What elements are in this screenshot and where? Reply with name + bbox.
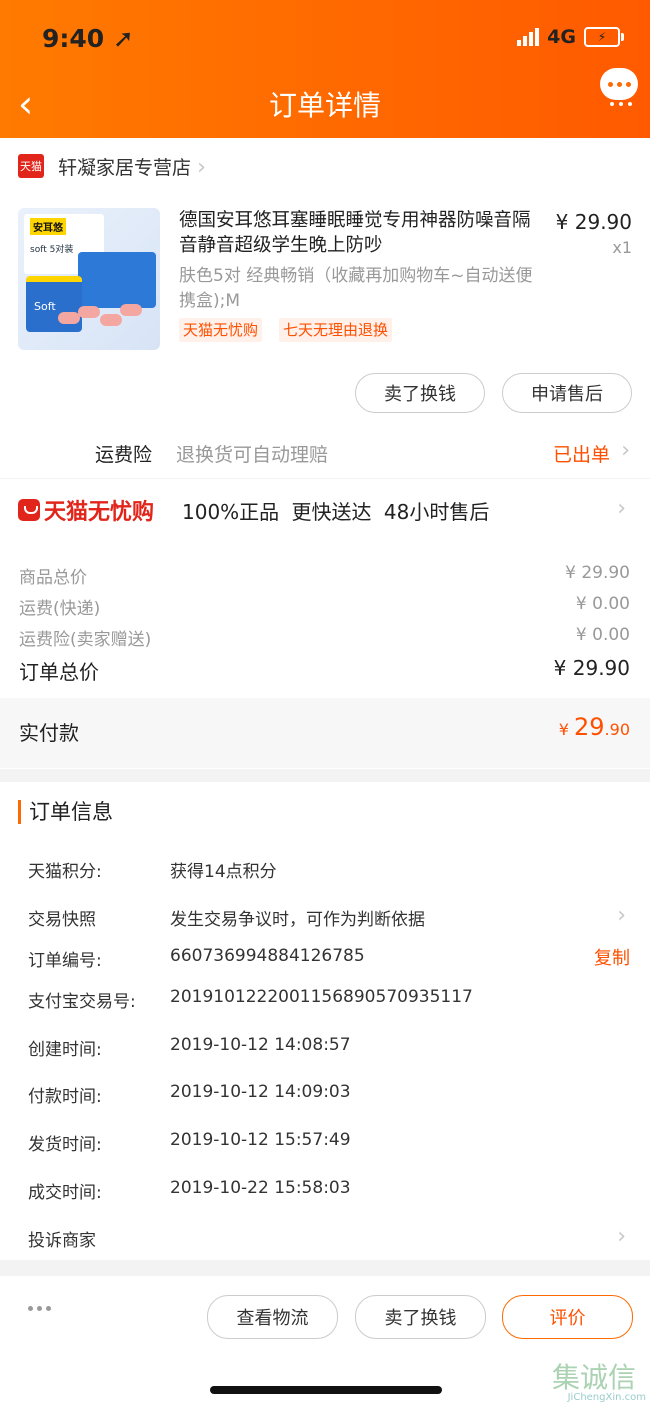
order-total-value: ¥ 29.90: [553, 656, 630, 680]
status-bar-right: 4G ⚡: [517, 26, 624, 48]
sell-for-cash-button[interactable]: 卖了换钱: [355, 373, 485, 413]
product-title[interactable]: 德国安耳悠耳塞睡眠睡觉专用神器防噪音隔音静音超级学生晚上防吵: [179, 208, 544, 258]
snapshot-value[interactable]: 发生交易争议时，可作为判断依据: [170, 905, 425, 930]
info-label: 成交时间:: [28, 1183, 102, 1203]
tag-wuyou: 天猫无忧购: [179, 318, 263, 342]
chevron-right-icon[interactable]: ›: [617, 1224, 626, 1249]
more-icon[interactable]: [28, 1306, 51, 1311]
order-info-title: 订单信息: [18, 800, 113, 824]
apply-after-sales-button[interactable]: 申请售后: [502, 373, 632, 413]
info-label: 天猫积分:: [28, 862, 102, 882]
chevron-right-icon[interactable]: ›: [617, 496, 626, 521]
chevron-right-icon: ›: [621, 438, 630, 463]
alipay-number: 2019101222001156890570935117: [170, 987, 473, 1007]
chevron-right-icon: ›: [197, 155, 206, 180]
fee-label: 运费险(卖家赠送): [19, 630, 152, 650]
fee-value: ¥ 0.00: [575, 625, 630, 645]
paid-amount: ¥ 29.90: [558, 713, 630, 741]
order-total-label: 订单总价: [19, 660, 99, 684]
info-value: 2019-10-12 14:09:03: [170, 1082, 351, 1102]
paid-label: 实付款: [19, 721, 79, 745]
tmall-cat-icon: [18, 499, 40, 521]
message-bubble-icon[interactable]: [600, 68, 638, 100]
info-value: 获得14点积分: [170, 862, 277, 882]
wuyou-logo: 天猫无忧购: [18, 494, 154, 526]
info-label: 发货时间:: [28, 1135, 102, 1155]
insurance-status[interactable]: 已出单: [553, 440, 610, 467]
info-label: 订单编号:: [28, 951, 102, 971]
info-label: 创建时间:: [28, 1040, 102, 1060]
complaint-link[interactable]: 投诉商家: [28, 1226, 96, 1251]
product-image[interactable]: 安耳悠 soft 5对装 Soft: [18, 208, 160, 350]
location-arrow-icon: ➚: [112, 24, 134, 53]
battery-icon: ⚡: [584, 27, 624, 47]
product-price: ¥ 29.90: [555, 210, 632, 234]
watermark-url: JiChengXin.com: [567, 1392, 646, 1403]
insurance-desc: 退换货可自动理赔: [176, 444, 329, 466]
info-value: 2019-10-12 14:08:57: [170, 1035, 351, 1055]
chevron-right-icon[interactable]: ›: [617, 903, 626, 928]
watermark-logo: 集诚信: [551, 1361, 636, 1394]
product-sku: 肤色5对 经典畅销（收藏再加购物车~自动送便携盒);M: [179, 266, 533, 311]
home-indicator: [210, 1386, 442, 1394]
wuyou-features: 100%正品 更快送达 48小时售后: [182, 500, 490, 524]
tmall-icon: 天猫: [18, 154, 44, 178]
view-logistics-button[interactable]: 查看物流: [207, 1295, 338, 1339]
fee-label: 商品总价: [19, 568, 87, 588]
sell-for-cash-button[interactable]: 卖了换钱: [355, 1295, 486, 1339]
signal-icon: [517, 28, 540, 46]
info-value: 2019-10-22 15:58:03: [170, 1178, 351, 1198]
copy-button[interactable]: 复制: [594, 944, 630, 970]
snapshot-label[interactable]: 交易快照: [28, 905, 96, 930]
store-name[interactable]: 轩凝家居专营店 ›: [58, 153, 206, 180]
page-title: 订单详情: [268, 89, 381, 122]
fee-label: 运费(快递): [19, 599, 101, 619]
info-value: 2019-10-12 15:57:49: [170, 1130, 351, 1150]
info-label: 支付宝交易号:: [28, 992, 136, 1012]
more-dots-icon[interactable]: [610, 102, 632, 106]
product-quantity: x1: [612, 238, 632, 257]
review-button[interactable]: 评价: [502, 1295, 633, 1339]
earplugs: [58, 298, 148, 334]
info-label: 付款时间:: [28, 1087, 102, 1107]
tag-seven-day-return: 七天无理由退换: [279, 318, 393, 342]
insurance-label: 运费险: [95, 444, 153, 466]
paid-row: [0, 698, 650, 768]
status-time: 9:40 ➚: [42, 24, 134, 53]
order-number: 660736994884126785: [170, 946, 365, 966]
fee-value: ¥ 0.00: [575, 594, 630, 614]
fee-value: ¥ 29.90: [565, 563, 630, 583]
network-type: 4G: [547, 26, 576, 48]
